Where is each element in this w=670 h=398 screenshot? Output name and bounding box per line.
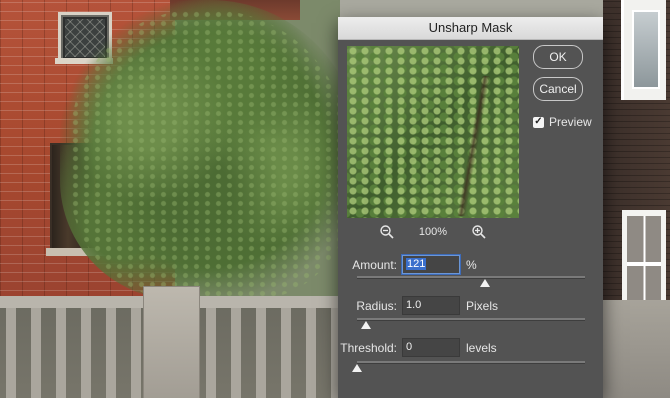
preview-label: Preview (549, 115, 592, 129)
threshold-value: 0 (406, 341, 413, 353)
zoom-controls: 100% (347, 224, 519, 240)
amount-slider-thumb[interactable] (479, 279, 490, 287)
threshold-slider-thumb[interactable] (352, 364, 362, 372)
unsharp-mask-dialog: Unsharp Mask 100% OK Cancel ✓ Preview Am… (338, 17, 603, 398)
zoom-in-icon[interactable] (471, 224, 487, 240)
ok-button[interactable]: OK (533, 45, 583, 69)
amount-value: 121 (406, 258, 427, 270)
checkmark-icon: ✓ (534, 116, 543, 127)
stone-pillar (143, 286, 200, 398)
amount-slider-track[interactable] (357, 276, 585, 279)
preview-checkbox[interactable]: ✓ (533, 116, 544, 128)
threshold-unit: levels (466, 340, 497, 355)
white-window-upper (621, 0, 666, 100)
threshold-input[interactable]: 0 (402, 338, 460, 357)
amount-unit: % (466, 257, 477, 272)
radius-slider-thumb[interactable] (361, 321, 372, 329)
tree-leaf-texture (70, 10, 350, 300)
threshold-label: Threshold: (340, 340, 397, 355)
filter-preview-image[interactable] (347, 46, 519, 218)
amount-input[interactable]: 121 (402, 255, 460, 274)
radius-value: 1.0 (406, 299, 422, 311)
radius-input[interactable]: 1.0 (402, 296, 460, 315)
preview-option[interactable]: ✓ Preview (533, 115, 592, 129)
radius-slider-track[interactable] (357, 318, 585, 321)
zoom-out-icon[interactable] (379, 224, 395, 240)
cancel-button[interactable]: Cancel (533, 77, 583, 101)
threshold-slider-track[interactable] (357, 361, 585, 364)
radius-row: Radius: 1.0 Pixels (333, 296, 498, 315)
dialog-title[interactable]: Unsharp Mask (338, 17, 603, 40)
amount-label: Amount: (352, 257, 397, 272)
radius-unit: Pixels (466, 298, 499, 313)
amount-row: Amount: 121 % (333, 255, 477, 274)
threshold-row: Threshold: 0 levels (333, 338, 497, 357)
radius-label: Radius: (356, 298, 397, 313)
zoom-level: 100% (418, 226, 448, 238)
